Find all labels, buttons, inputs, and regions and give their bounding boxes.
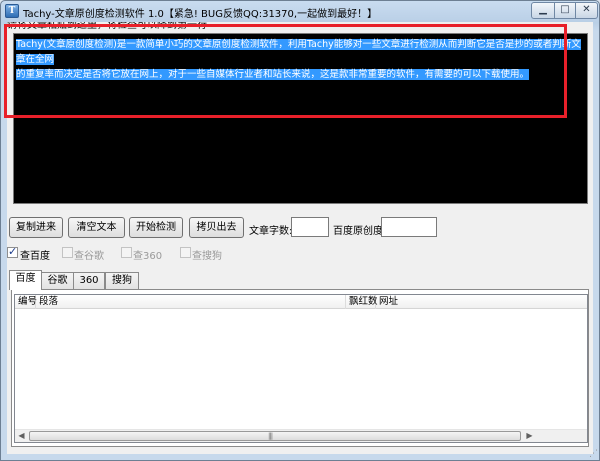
word-count-field[interactable] (291, 217, 329, 237)
horizontal-scrollbar[interactable]: ◀ ||| ▶ (15, 429, 587, 442)
column-header-number[interactable]: 编号 (15, 295, 37, 309)
highlight-annotation-box (4, 24, 567, 118)
baidu-originality-field[interactable] (381, 217, 437, 237)
clear-text-button[interactable]: 清空文本 (68, 217, 125, 238)
results-table[interactable]: 编号 段落 飘红数 网址 ◀ ||| ▶ (14, 294, 588, 443)
check-baidu-checkbox[interactable] (7, 245, 18, 258)
title-bar[interactable]: T Tachy-文章原创度检测软件 1.0【紧急! BUG反馈QQ:31370,… (1, 1, 599, 23)
baidu-originality-label: 百度原创度: (333, 226, 387, 237)
scrollbar-thumb[interactable]: ||| (29, 431, 521, 441)
maximize-button[interactable]: □ (554, 2, 576, 19)
window-title: Tachy-文章原创度检测软件 1.0【紧急! BUG反馈QQ:31370,一起… (23, 9, 378, 20)
copy-in-button[interactable]: 复制进来 (9, 217, 63, 238)
tab-baidu[interactable]: 百度 (9, 270, 42, 290)
tab-google[interactable]: 谷歌 (41, 272, 74, 289)
scroll-right-icon[interactable]: ▶ (523, 430, 536, 442)
check-360-checkbox[interactable] (121, 247, 132, 258)
check-google-checkbox[interactable] (62, 247, 73, 258)
column-header-url[interactable]: 网址 (376, 295, 587, 309)
tab-360[interactable]: 360 (73, 272, 105, 289)
check-baidu-label[interactable]: 查百度 (20, 247, 50, 262)
results-table-header: 编号 段落 飘红数 网址 (15, 295, 587, 309)
resize-grip-icon[interactable]: ⋰ (589, 449, 598, 459)
copy-out-button[interactable]: 拷贝出去 (189, 217, 244, 238)
word-count-label: 文章字数: (249, 226, 293, 237)
scroll-left-icon[interactable]: ◀ (15, 430, 28, 442)
column-header-red-count[interactable]: 飘红数 (346, 295, 378, 309)
start-check-button[interactable]: 开始检测 (129, 217, 183, 238)
column-header-paragraph[interactable]: 段落 (36, 295, 346, 309)
scrollbar-grip-icon: ||| (268, 432, 273, 440)
check-sogou-checkbox[interactable] (180, 247, 191, 258)
app-icon: T (5, 4, 19, 18)
check-sogou-label: 查搜狗 (192, 251, 222, 262)
minimize-button[interactable]: ▁ (531, 2, 555, 19)
tab-sogou[interactable]: 搜狗 (105, 272, 139, 289)
check-google-label: 查谷歌 (74, 251, 104, 262)
close-button[interactable]: ✕ (575, 2, 598, 19)
check-360-label: 查360 (133, 251, 163, 262)
